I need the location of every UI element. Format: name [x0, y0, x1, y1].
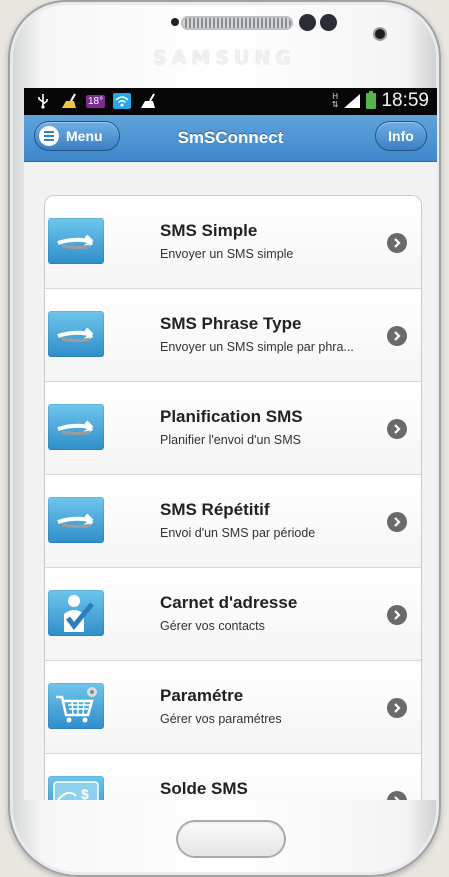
- list-item-solde-sms[interactable]: $ Solde SMS: [45, 754, 421, 800]
- app-header: Menu SmSConnect Info: [24, 115, 437, 162]
- chevron-right-icon: [387, 605, 407, 625]
- contact-icon: [48, 590, 104, 636]
- sms-arrow-icon: [48, 218, 104, 264]
- item-title: Paramétre: [160, 686, 244, 705]
- chevron-right-icon: [387, 419, 407, 439]
- chevron-right-icon: [387, 698, 407, 718]
- item-title: Planification SMS: [160, 407, 303, 426]
- battery-charging-icon: [366, 91, 377, 109]
- item-title: SMS Simple: [160, 221, 258, 240]
- sms-arrow-icon: [48, 404, 104, 450]
- info-button[interactable]: Info: [375, 121, 427, 151]
- chevron-right-icon: [387, 326, 407, 346]
- item-subtitle: Envoi d'un SMS par période: [160, 526, 316, 540]
- list-item-planification-sms[interactable]: Planification SMS Planifier l'envoi d'un…: [45, 382, 421, 475]
- item-subtitle: Gérer vos contacts: [160, 619, 265, 633]
- front-camera: [375, 29, 385, 39]
- sensor-left: [299, 14, 316, 31]
- svg-text:$: $: [81, 786, 89, 800]
- earpiece-speaker: [181, 16, 293, 30]
- proximity-sensor: [171, 18, 179, 26]
- list-item-sms-simple[interactable]: SMS Simple Envoyer un SMS simple: [45, 196, 421, 289]
- item-subtitle: Envoyer un SMS simple: [160, 247, 294, 261]
- list-item-sms-repetitif[interactable]: SMS Répétitif Envoi d'un SMS par période: [45, 475, 421, 568]
- wifi-icon: [113, 92, 132, 110]
- list-item-sms-phrase-type[interactable]: SMS Phrase Type Envoyer un SMS simple pa…: [45, 289, 421, 382]
- sms-arrow-icon: [48, 497, 104, 543]
- chevron-right-icon: [387, 791, 407, 800]
- status-time: 18:59: [381, 90, 429, 111]
- status-bar: 18° H ⇅ 18:59: [24, 88, 437, 115]
- screen: 18° H ⇅ 18:59 Menu SmSConnect Info SMS S…: [24, 88, 437, 800]
- menu-list: SMS Simple Envoyer un SMS simple SMS Phr…: [44, 195, 422, 800]
- item-title: SMS Phrase Type: [160, 314, 302, 333]
- network-type: H ⇅: [331, 92, 339, 109]
- list-item-parametre[interactable]: Paramétre Gérer vos paramétres: [45, 661, 421, 754]
- cleaner-icon-2: [139, 92, 157, 110]
- item-subtitle: Envoyer un SMS simple par phra...: [160, 340, 354, 354]
- notification-badge: 18°: [86, 94, 106, 108]
- money-icon: $: [48, 776, 104, 800]
- item-title: Solde SMS: [160, 779, 248, 798]
- item-subtitle: Planifier l'envoi d'un SMS: [160, 433, 301, 447]
- cart-settings-icon: [48, 683, 104, 729]
- sensor-right: [320, 14, 337, 31]
- item-subtitle: Gérer vos paramétres: [160, 712, 282, 726]
- signal-icon: [344, 94, 361, 108]
- chevron-right-icon: [387, 233, 407, 253]
- home-button[interactable]: [178, 822, 284, 856]
- usb-icon: [34, 92, 52, 110]
- list-item-carnet-adresse[interactable]: Carnet d'adresse Gérer vos contacts: [45, 568, 421, 661]
- item-title: SMS Répétitif: [160, 500, 270, 519]
- chevron-right-icon: [387, 512, 407, 532]
- sms-arrow-icon: [48, 311, 104, 357]
- cleaner-icon: [60, 92, 78, 110]
- item-title: Carnet d'adresse: [160, 593, 298, 612]
- brand-logo: SAMSUNG: [153, 47, 296, 69]
